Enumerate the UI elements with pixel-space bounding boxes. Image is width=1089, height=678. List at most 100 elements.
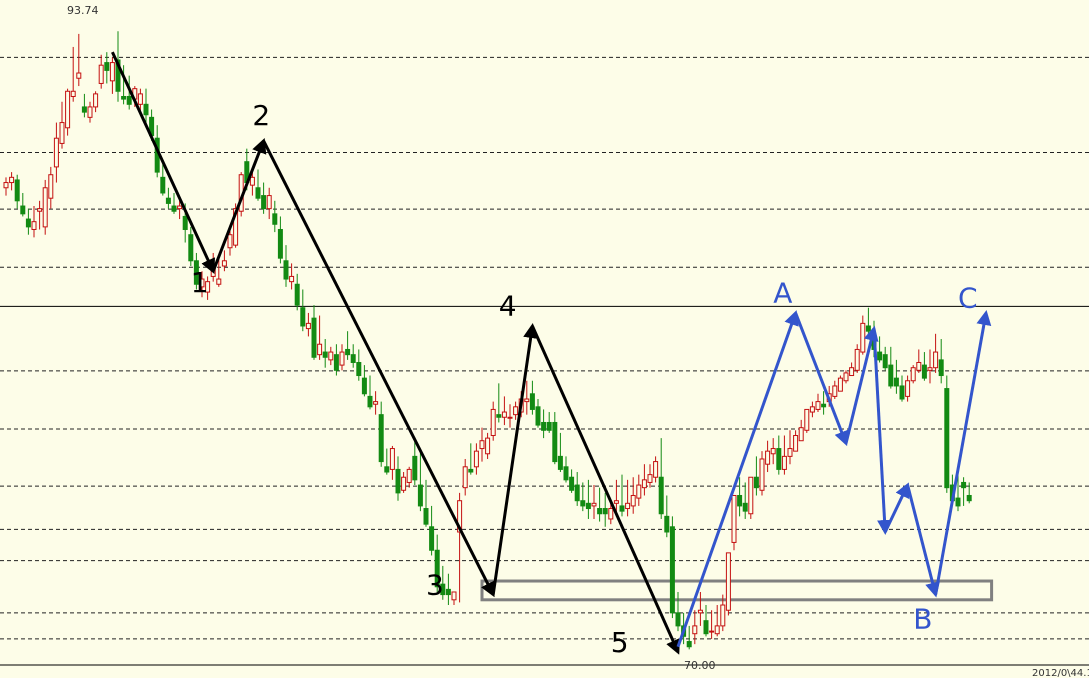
candle-body xyxy=(910,367,916,382)
candle-body xyxy=(636,484,642,499)
candle-body xyxy=(255,187,261,199)
candle-body xyxy=(53,137,59,168)
candle-body xyxy=(798,427,804,442)
candle-body xyxy=(709,630,715,633)
candle-body xyxy=(619,505,625,512)
candle-body xyxy=(395,468,401,494)
candle-body xyxy=(216,278,222,285)
candle-body xyxy=(557,455,563,470)
candle-body xyxy=(333,354,339,371)
candle-body xyxy=(479,440,485,450)
candle-body xyxy=(401,476,407,491)
candle-body xyxy=(165,197,171,204)
candle-body xyxy=(613,500,619,504)
candle-body xyxy=(160,176,166,194)
candle-149 xyxy=(837,375,843,392)
candle-body xyxy=(451,591,457,601)
candle-body xyxy=(93,93,99,108)
candlestick-chart: 1 2 3 4 5 A B C 93.74 70.00 2012/0\44.1 xyxy=(0,0,1089,678)
candle-body xyxy=(731,494,737,543)
candle-body xyxy=(837,377,843,392)
candle-body xyxy=(552,421,558,463)
candle-body xyxy=(787,448,793,457)
candle-body xyxy=(753,476,759,489)
candle-body xyxy=(574,484,580,502)
candle-body xyxy=(893,377,899,387)
candle-body xyxy=(921,364,927,379)
candle-body xyxy=(171,205,177,212)
candle-body xyxy=(686,641,692,648)
candle-body xyxy=(143,103,149,116)
candle-body xyxy=(535,406,541,426)
candle-body xyxy=(322,351,328,358)
candle-body xyxy=(367,395,373,408)
candle-body xyxy=(916,361,922,371)
candle-body xyxy=(781,455,787,470)
candle-body xyxy=(412,455,418,481)
candle-body xyxy=(765,450,771,465)
wave-label-B: B xyxy=(913,602,932,635)
candle-body xyxy=(821,403,827,408)
candle-body xyxy=(76,72,82,79)
candle-168 xyxy=(944,375,950,493)
candle-body xyxy=(591,502,597,507)
candle-body xyxy=(720,604,726,627)
candle-body xyxy=(406,468,412,483)
candle-body xyxy=(361,377,367,395)
candle-body xyxy=(496,414,502,418)
candle-body xyxy=(25,218,31,228)
candle-body xyxy=(961,481,967,489)
candle-body xyxy=(641,479,647,489)
wave-label-C: C xyxy=(958,282,978,315)
candle-7 xyxy=(42,179,48,235)
low-price-label: 70.00 xyxy=(684,659,716,672)
candle-body xyxy=(300,307,306,327)
candle-body xyxy=(546,421,552,431)
wave-label-5: 5 xyxy=(611,626,629,659)
candle-body xyxy=(423,508,429,525)
candle-body xyxy=(356,361,362,377)
candle-body xyxy=(529,393,535,410)
wave-label-A: A xyxy=(773,277,792,310)
candle-body xyxy=(815,401,821,410)
candle-body xyxy=(305,322,311,330)
candle-162 xyxy=(910,365,916,384)
candle-body xyxy=(563,466,569,481)
candle-body xyxy=(849,367,855,377)
candle-body xyxy=(507,416,513,419)
candle-body xyxy=(714,625,720,635)
candle-body xyxy=(664,515,670,533)
candle-body xyxy=(669,526,675,614)
candle-body xyxy=(966,494,972,502)
candle-body xyxy=(625,502,631,510)
candle-body xyxy=(832,385,838,397)
candle-body xyxy=(65,90,71,129)
candle-body xyxy=(569,476,575,491)
candle-body xyxy=(429,526,435,551)
candle-body xyxy=(541,421,547,431)
candle-body xyxy=(9,176,15,184)
candle-body xyxy=(585,502,591,510)
candle-body xyxy=(389,448,395,470)
candle-body xyxy=(81,106,87,113)
candle-body xyxy=(350,354,356,363)
candle-body xyxy=(14,179,20,202)
candle-body xyxy=(121,95,127,100)
candle-body xyxy=(899,385,905,400)
candle-body xyxy=(20,205,26,215)
candle-133 xyxy=(748,476,754,519)
candle-body xyxy=(955,497,961,507)
candle-body xyxy=(860,322,866,353)
candle-body xyxy=(261,195,267,210)
footer-label: 2012/0\44.1 xyxy=(1032,668,1089,678)
candle-body xyxy=(742,502,748,512)
candle-body xyxy=(177,205,183,210)
candle-130 xyxy=(731,494,737,551)
candle-body xyxy=(283,260,289,280)
candle-body xyxy=(843,372,849,382)
candle-body xyxy=(188,234,194,262)
candle-129 xyxy=(725,552,731,616)
candle-body xyxy=(580,500,586,507)
candle-body xyxy=(602,508,608,515)
candle-body xyxy=(793,435,799,452)
